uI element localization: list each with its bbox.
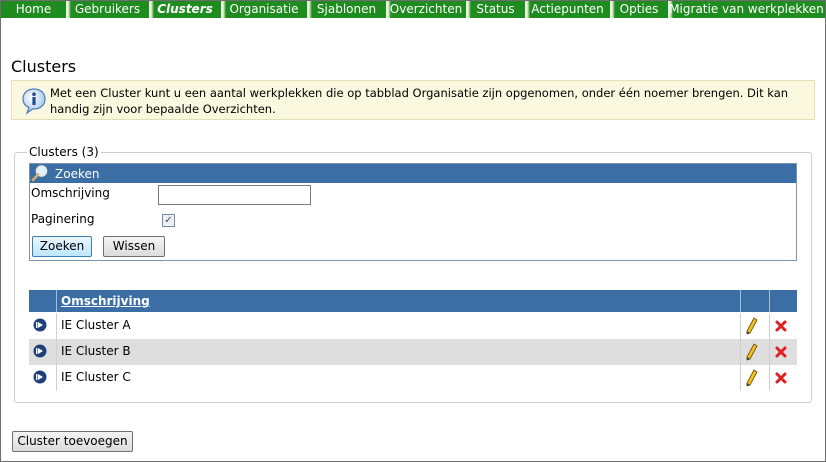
tab-status[interactable]: Status (466, 1, 525, 18)
tab-gebruikers[interactable]: Gebruikers (66, 1, 149, 18)
main-nav: Home Gebruikers Clusters Organisatie Sja… (1, 1, 825, 18)
table-header: Omschrijving (29, 290, 797, 312)
tab-sjablonen[interactable]: Sjablonen (307, 1, 386, 18)
tab-home[interactable]: Home (1, 1, 66, 18)
tab-label: Clusters (157, 2, 213, 16)
tab-organisatie[interactable]: Organisatie (221, 1, 307, 18)
search-title: Zoeken (55, 167, 100, 181)
page-title: Clusters (11, 57, 77, 76)
tab-actiepunten[interactable]: Actiepunten (525, 1, 610, 18)
tab-label: Home (15, 2, 52, 16)
delete-icon[interactable] (774, 371, 788, 385)
row-name: IE Cluster C (61, 370, 131, 384)
clusters-legend: Clusters (3) (27, 145, 101, 159)
magnifier-icon (31, 165, 48, 182)
row-name: IE Cluster B (61, 344, 131, 358)
tab-opties[interactable]: Opties (610, 1, 668, 18)
table-row: IE Cluster A (29, 313, 797, 339)
table-row: IE Cluster B (29, 339, 797, 365)
search-header: Zoeken (30, 164, 796, 183)
delete-icon[interactable] (774, 319, 788, 333)
tab-label: Organisatie (229, 2, 299, 16)
paginering-checkbox[interactable]: ✓ (162, 214, 175, 227)
tab-label: Opties (619, 2, 659, 16)
open-icon[interactable] (33, 344, 47, 358)
tab-label: Sjablonen (316, 2, 377, 16)
column-header-omschrijving[interactable]: Omschrijving (61, 294, 150, 308)
open-icon[interactable] (33, 318, 47, 332)
row-name: IE Cluster A (61, 318, 131, 332)
edit-pencil-icon[interactable] (745, 369, 759, 387)
open-icon[interactable] (33, 370, 47, 384)
info-icon (22, 88, 46, 115)
tab-label: Migratie van werkplekken (669, 2, 824, 16)
add-cluster-button[interactable]: Cluster toevoegen (12, 431, 133, 452)
omschrijving-input[interactable] (158, 185, 311, 205)
clear-button[interactable]: Wissen (103, 236, 165, 257)
omschrijving-label: Omschrijving (31, 186, 110, 200)
search-button[interactable]: Zoeken (32, 236, 92, 257)
info-box: Met een Cluster kunt u een aantal werkpl… (11, 80, 815, 120)
table-row: IE Cluster C (29, 365, 797, 391)
tab-overzichten[interactable]: Overzichten (386, 1, 466, 18)
search-panel: Zoeken Omschrijving Paginering ✓ Zoeken … (29, 163, 797, 261)
tab-label: Status (476, 2, 515, 16)
tab-clusters[interactable]: Clusters (149, 1, 221, 18)
edit-pencil-icon[interactable] (745, 317, 759, 335)
delete-icon[interactable] (774, 345, 788, 359)
paginering-label: Paginering (31, 212, 95, 226)
tab-label: Overzichten (389, 2, 463, 16)
edit-pencil-icon[interactable] (745, 343, 759, 361)
tab-label: Actiepunten (531, 2, 604, 16)
info-text: Met een Cluster kunt u een aantal werkpl… (50, 86, 789, 116)
tab-label: Gebruikers (74, 2, 141, 16)
tab-migratie[interactable]: Migratie van werkplekken (668, 1, 825, 18)
